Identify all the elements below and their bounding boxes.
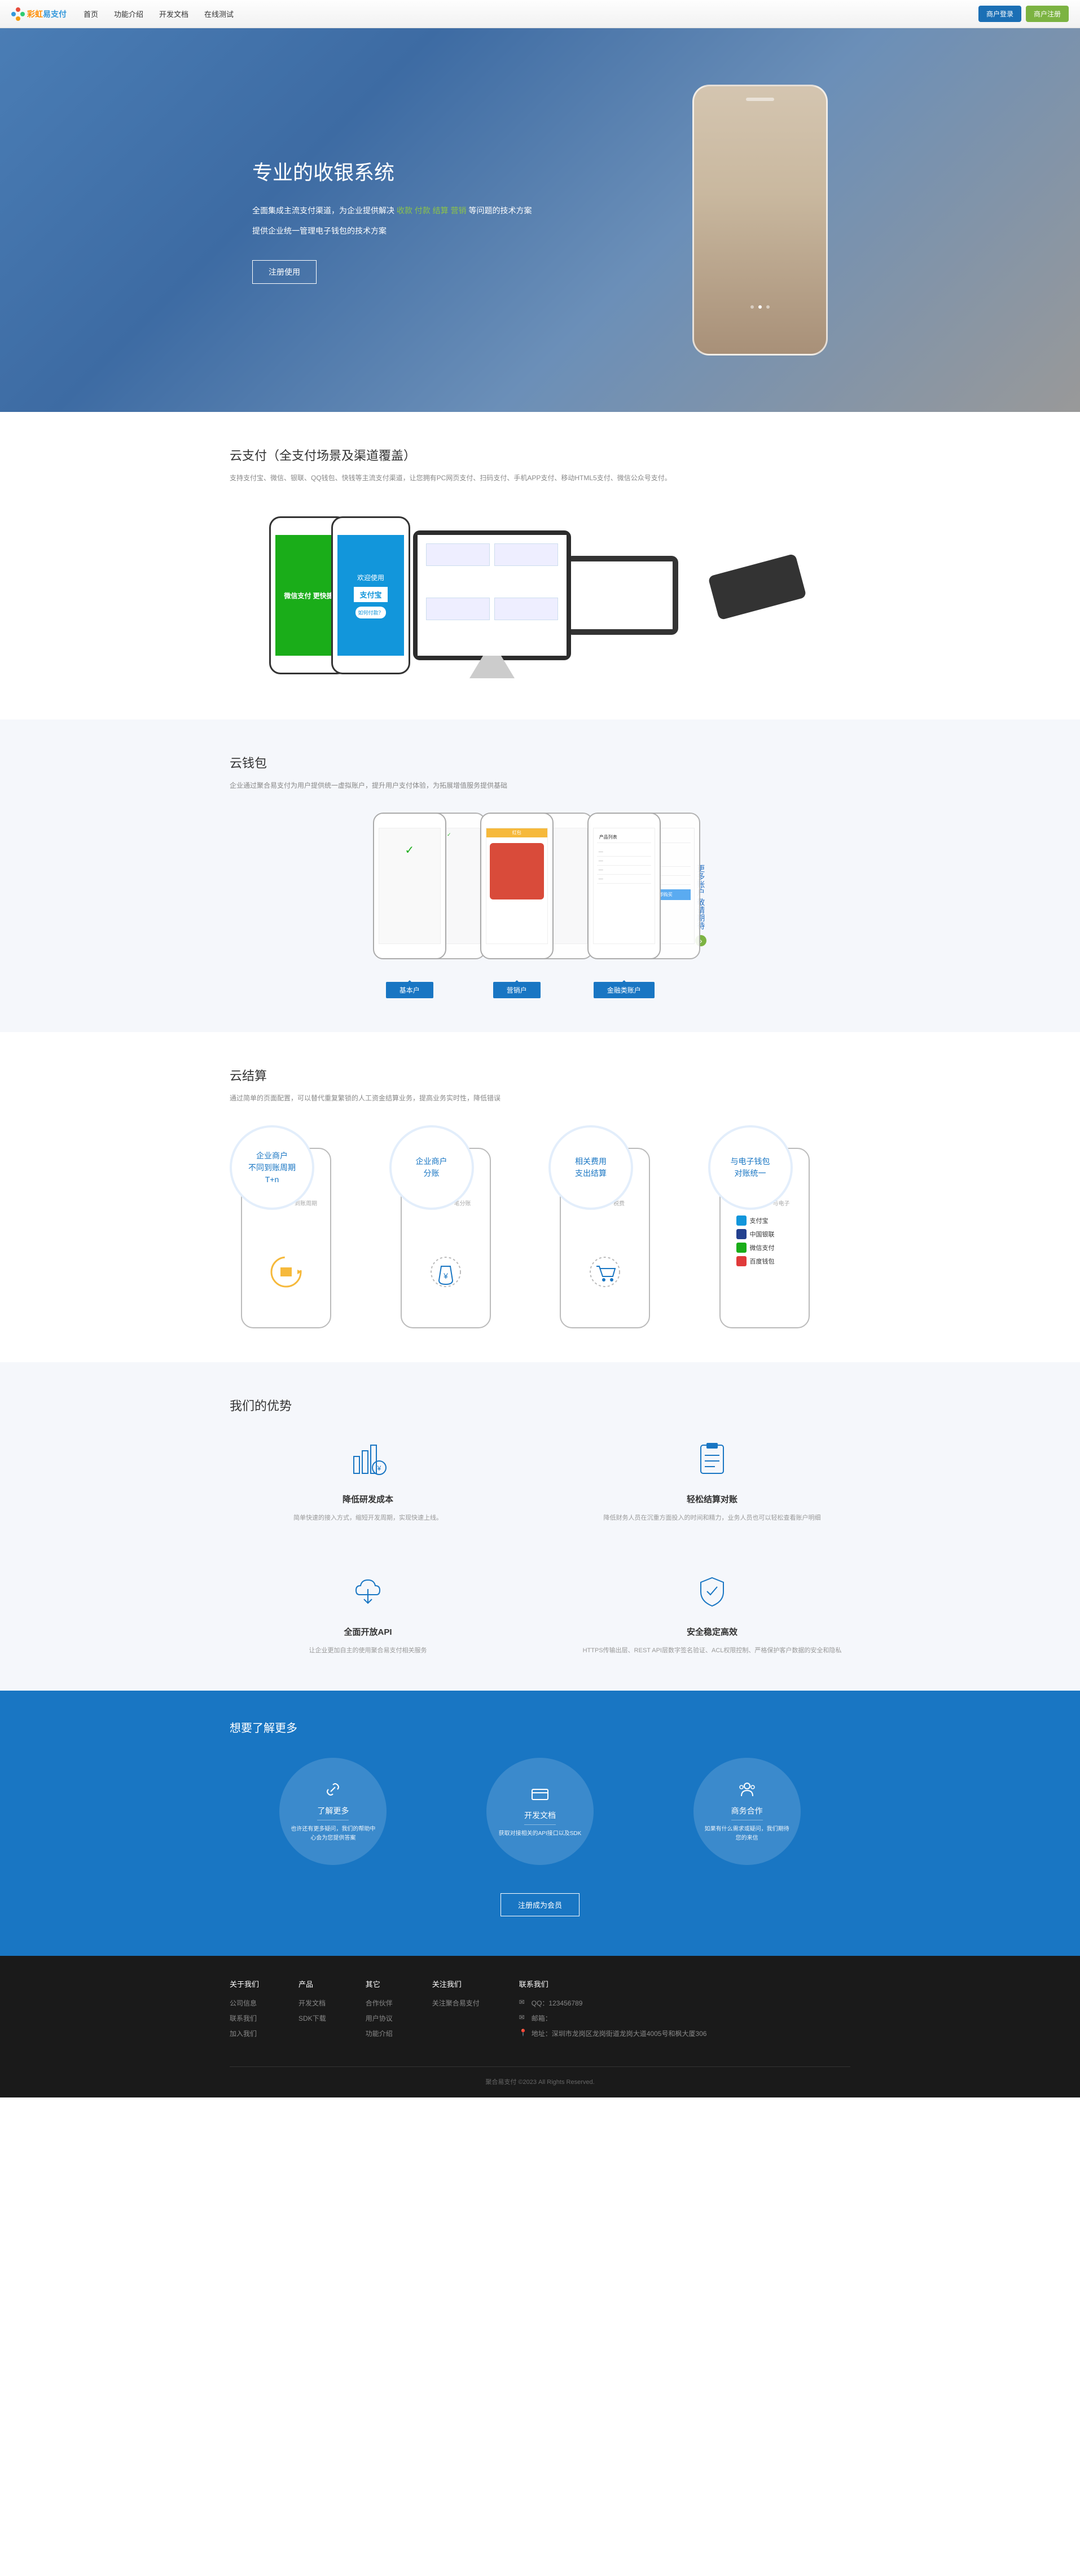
people-icon — [737, 1779, 757, 1800]
hero-phone-mock — [692, 85, 828, 356]
login-button[interactable]: 商户登录 — [978, 6, 1021, 22]
settle-section: 云结算 通过简单的页面配置，可以替代重复繁锁的人工资金结算业务，提高业务实时性，… — [0, 1032, 1080, 1362]
qq-icon: ✉ — [519, 1998, 527, 2006]
nav-features[interactable]: 功能介绍 — [114, 10, 143, 19]
nav-home[interactable]: 首页 — [84, 10, 98, 19]
adv-cost: ¥ 降低研发成本 简单快速的接入方式，缩短开发周期，实现快速上线。 — [230, 1437, 506, 1524]
copyright: 聚合易支付 ©2023 All Rights Reserved. — [230, 2066, 850, 2086]
tablet-mock — [565, 556, 678, 635]
wallet-title: 云钱包 — [230, 753, 850, 771]
adv-api: 全面开放API 让企业更加自主的使用聚合易支付相关服务 — [230, 1569, 506, 1657]
footer-link[interactable]: 加入我们 — [230, 2030, 257, 2038]
wallet-basic: ✓ ✓ 基本户 — [373, 813, 446, 998]
alipay-phone-mock: 欢迎使用支付宝如何付款？ — [331, 516, 410, 674]
site-header: 彩虹易支付 首页 功能介绍 开发文档 在线测试 商户登录 商户注册 — [0, 0, 1080, 28]
footer-follow-text: 关注聚合易支付 — [432, 1998, 480, 2008]
wallet-tag-marketing: 营销户 — [493, 982, 541, 998]
settle-item-period: 企业商户不同到账周期T+n 到账周期 — [230, 1125, 372, 1328]
wallet-finance: 产品详情+2.31%———立即购买 产品列表———— 金融类账户 — [587, 813, 661, 998]
footer-link[interactable]: 合作伙伴 — [366, 1999, 393, 2007]
scanner-mock — [678, 553, 802, 638]
site-footer: 关于我们 公司信息 联系我们 加入我们 产品 开发文档 SDK下载 其它 合作伙… — [0, 1956, 1080, 2097]
advantage-title: 我们的优势 — [230, 1396, 850, 1414]
logo-icon — [11, 7, 25, 21]
settle-item-split: 企业商户分账 笔分账 ¥ — [389, 1125, 532, 1328]
footer-contact: 联系我们 ✉QQ：123456789 ✉邮箱： 📍地址：深圳市龙岗区龙岗街道龙岗… — [519, 1978, 850, 2044]
footer-other: 其它 合作伙伴 用户协议 功能介绍 — [366, 1978, 393, 2044]
settle-item-reconcile: 与电子钱包对账统一 与电子 支付宝 中国银联 微信支付 百度钱包 — [708, 1125, 851, 1328]
footer-link[interactable]: 公司信息 — [230, 1999, 257, 2007]
settle-title: 云结算 — [230, 1066, 850, 1084]
footer-follow: 关注我们 关注聚合易支付 — [432, 1978, 480, 2044]
link-icon — [323, 1779, 343, 1800]
card-icon — [530, 1784, 550, 1804]
more-docs[interactable]: 开发文档 获取对接相关的API接口以及SDK — [486, 1758, 594, 1865]
imac-mock — [413, 530, 571, 660]
cloudpay-title: 云支付（全支付场景及渠道覆盖） — [230, 446, 850, 464]
wallet-marketing: • 查看明细• 转出余额• 提现中心• 我的卡 红包 营销户 — [480, 813, 554, 998]
cloudpay-section: 云支付（全支付场景及渠道覆盖） 支持支付宝、微信、银联、QQ钱包、快钱等主流支付… — [0, 412, 1080, 719]
mail-icon: ✉ — [519, 2013, 527, 2021]
hero-title: 专业的收银系统 — [252, 156, 532, 186]
wallet-section: 云钱包 企业通过聚合易支付为用户提供统一虚拟账户，提升用户支付体验，为拓展增值服… — [0, 719, 1080, 1032]
wallet-sub: 企业通过聚合易支付为用户提供统一虚拟账户，提升用户支付体验，为拓展增值服务提供基… — [230, 780, 850, 790]
svg-text:¥: ¥ — [443, 1271, 448, 1280]
cloudpay-sub: 支持支付宝、微信、银联、QQ钱包、快钱等主流支付渠道，让您拥有PC网页支付、扫码… — [230, 473, 850, 482]
wallet-brand-list: 支付宝 中国银联 微信支付 百度钱包 — [736, 1215, 775, 1266]
logo[interactable]: 彩虹易支付 — [11, 7, 67, 21]
more-learn[interactable]: 了解更多 也许还有更多疑问，我们的帮助中心会为您提供答案 — [279, 1758, 387, 1865]
nav-docs[interactable]: 开发文档 — [159, 10, 188, 19]
adv-security: 安全稳定高效 HTTPS传输出层、REST API层数字签名验证、ACL权限控制… — [574, 1569, 850, 1657]
clipboard-icon — [574, 1437, 850, 1482]
cart-icon — [582, 1249, 627, 1294]
footer-link[interactable]: SDK下载 — [298, 2015, 326, 2022]
footer-link[interactable]: 开发文档 — [298, 1999, 326, 2007]
cloudpay-illustration: 微信支付 更快捷 欢迎使用支付宝如何付款？ — [230, 505, 850, 686]
cloud-icon — [230, 1569, 506, 1614]
more-business[interactable]: 商务合作 如果有什么需求或疑问，我们期待您的来信 — [693, 1758, 801, 1865]
pin-icon: 📍 — [519, 2029, 527, 2037]
settle-item-fee: 相关费用支出结算 税费 — [548, 1125, 691, 1328]
hero-register-button[interactable]: 注册使用 — [252, 260, 317, 284]
money-bag-icon: ¥ — [423, 1249, 468, 1294]
svg-text:¥: ¥ — [377, 1464, 381, 1472]
cycle-icon — [264, 1249, 309, 1294]
footer-link[interactable]: 联系我们 — [230, 2015, 257, 2022]
main-nav: 首页 功能介绍 开发文档 在线测试 — [84, 8, 234, 19]
footer-about: 关于我们 公司信息 联系我们 加入我们 — [230, 1978, 259, 2044]
nav-test[interactable]: 在线测试 — [204, 10, 234, 19]
hero-desc-2: 提供企业统一管理电子钱包的技术方案 — [252, 223, 532, 239]
footer-product: 产品 开发文档 SDK下载 — [298, 1978, 326, 2044]
adv-reconcile: 轻松结算对账 降低财务人员在沉重方面投入的时间和精力，业务人员也可以轻松查看账户… — [574, 1437, 850, 1524]
hero-section: 专业的收银系统 全面集成主流支付渠道，为企业提供解决 收款 付款 结算 营销 等… — [0, 28, 1080, 412]
carousel-dots[interactable] — [750, 305, 770, 309]
footer-link[interactable]: 用户协议 — [366, 2015, 393, 2022]
advantage-section: 我们的优势 ¥ 降低研发成本 简单快速的接入方式，缩短开发周期，实现快速上线。 … — [0, 1362, 1080, 1691]
more-register-button[interactable]: 注册成为会员 — [501, 1893, 579, 1916]
register-button[interactable]: 商户注册 — [1026, 6, 1069, 22]
logo-text: 彩虹易支付 — [27, 8, 67, 20]
hero-desc-1: 全面集成主流支付渠道，为企业提供解决 收款 付款 结算 营销 等问题的技术方案 — [252, 203, 532, 218]
more-section: 想要了解更多 了解更多 也许还有更多疑问，我们的帮助中心会为您提供答案 开发文档… — [0, 1691, 1080, 1956]
footer-link[interactable]: 功能介绍 — [366, 2030, 393, 2038]
cost-icon: ¥ — [230, 1437, 506, 1482]
wallet-tag-finance: 金融类账户 — [594, 982, 655, 998]
settle-sub: 通过简单的页面配置，可以替代重复繁锁的人工资金结算业务，提高业务实时性，降低错误 — [230, 1093, 850, 1103]
more-title: 想要了解更多 — [230, 1719, 850, 1735]
shield-icon — [574, 1569, 850, 1614]
wallet-tag-basic: 基本户 — [386, 982, 433, 998]
